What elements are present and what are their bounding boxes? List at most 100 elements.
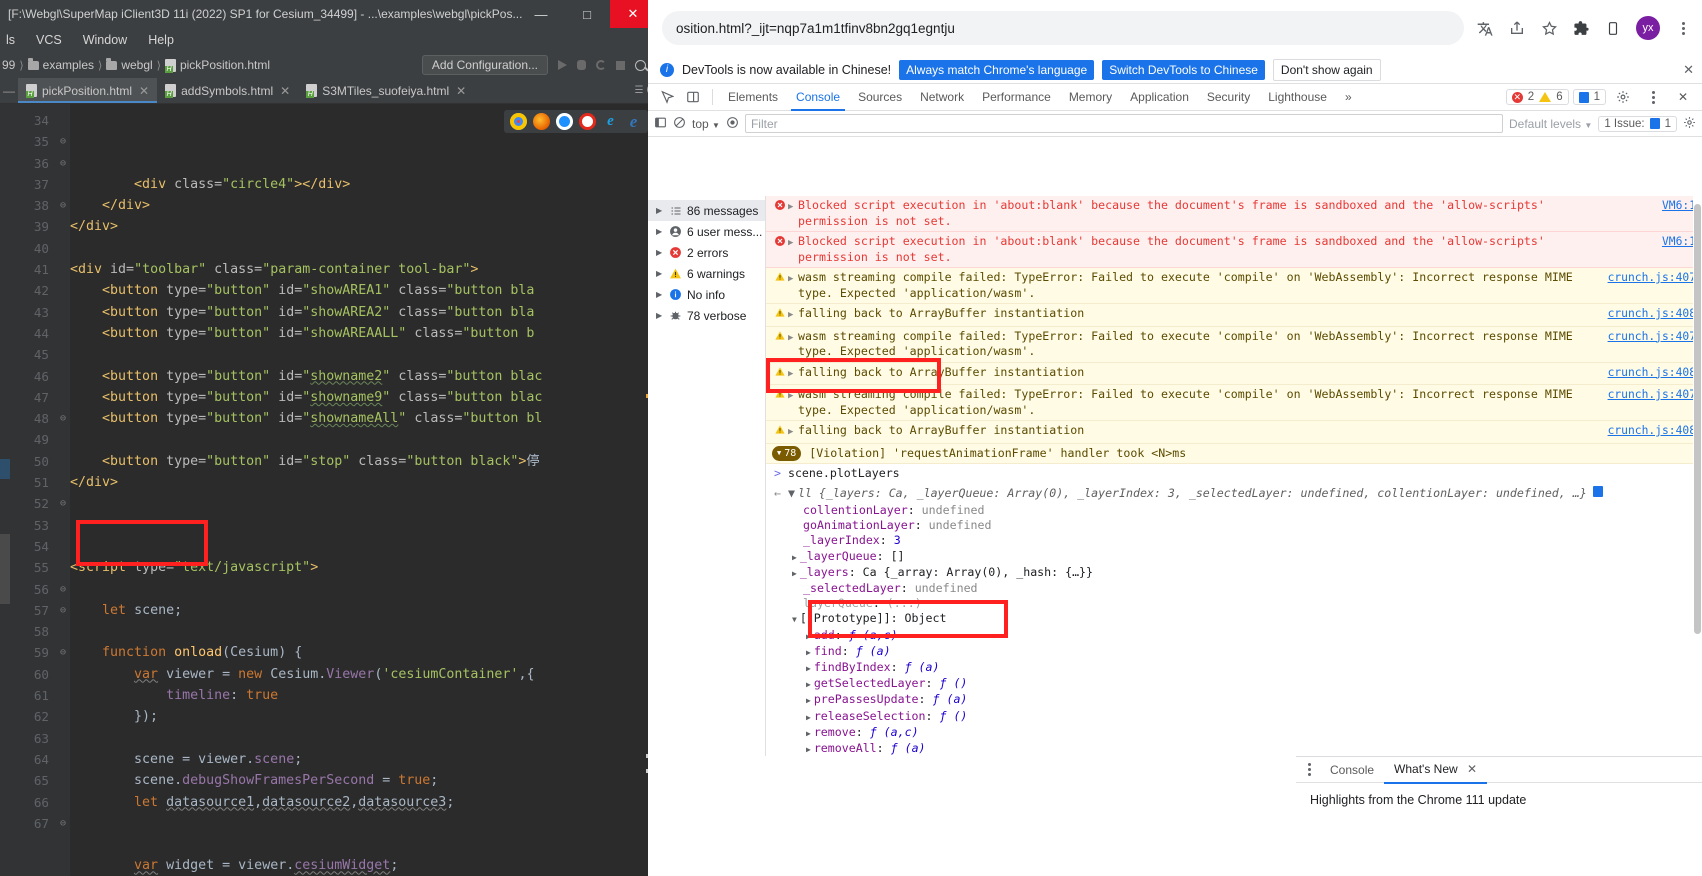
console-message-source-link[interactable]: crunch.js:407 bbox=[1608, 329, 1696, 345]
fold-toggle-icon[interactable]: ⊖ bbox=[56, 813, 70, 834]
tabs-list-icon[interactable]: ☰ bbox=[634, 85, 643, 96]
safari-icon[interactable] bbox=[556, 113, 573, 130]
close-tab-icon[interactable]: ✕ bbox=[456, 84, 466, 98]
object-property-row[interactable]: ▶ prePassesUpdate: ƒ (a) bbox=[766, 692, 1702, 708]
run-toolbar[interactable] bbox=[558, 59, 656, 71]
expand-arrow-icon[interactable]: ▶ bbox=[806, 664, 811, 673]
always-match-language-button[interactable]: Always match Chrome's language bbox=[899, 59, 1095, 80]
code-line[interactable] bbox=[70, 429, 656, 450]
fold-toggle-icon[interactable]: ⊖ bbox=[56, 493, 70, 514]
console-scrollbar[interactable] bbox=[1693, 196, 1702, 756]
chevron-right-icon[interactable]: ▶ bbox=[656, 248, 664, 257]
code-line[interactable]: <button type="button" id="stop" class="b… bbox=[70, 451, 656, 472]
code-line[interactable] bbox=[70, 344, 656, 365]
debug-icon[interactable] bbox=[577, 60, 586, 70]
edge-icon[interactable]: e bbox=[625, 113, 642, 130]
collapse-arrow-icon[interactable]: ▼ bbox=[788, 486, 795, 502]
object-property-row[interactable]: ▶ releaseSelection: ƒ () bbox=[766, 709, 1702, 725]
code-line[interactable] bbox=[70, 834, 656, 855]
tab-application[interactable]: Application bbox=[1121, 84, 1198, 111]
console-message-list[interactable]: ▶ Blocked script execution in 'about:blan… bbox=[766, 196, 1702, 756]
code-line[interactable]: <div id="toolbar" class="param-container… bbox=[70, 259, 656, 280]
issues-badge[interactable]: 1 Issue: 1 bbox=[1598, 115, 1677, 132]
stop-icon[interactable] bbox=[616, 60, 625, 70]
console-sidebar-item-1[interactable]: ▶ 6 user mess... bbox=[648, 221, 765, 242]
console-message-source-link[interactable]: crunch.js:407 bbox=[1608, 270, 1696, 286]
violation-count-badge[interactable]: ▼ 78 bbox=[772, 445, 802, 461]
drawer-tab-console[interactable]: Console bbox=[1320, 757, 1384, 783]
drawer-menu-icon[interactable] bbox=[1302, 763, 1316, 776]
code-line[interactable] bbox=[70, 579, 656, 600]
object-property-row[interactable]: ▶ add: ƒ (a,c) bbox=[766, 628, 1702, 644]
code-line[interactable]: </div> bbox=[70, 195, 656, 216]
expand-arrow-icon[interactable]: ▶ bbox=[806, 745, 811, 754]
console-message[interactable]: ▶ Blocked script execution in 'about:blan… bbox=[766, 196, 1702, 232]
expand-arrow-icon[interactable]: ▼ bbox=[792, 615, 797, 624]
console-message-source-link[interactable]: VM6:1 bbox=[1662, 234, 1696, 250]
tab-console[interactable]: Console bbox=[787, 84, 849, 111]
inspect-element-icon[interactable] bbox=[654, 85, 680, 109]
code-line[interactable]: timeline: true bbox=[70, 685, 656, 706]
firefox-icon[interactable] bbox=[533, 113, 550, 130]
clear-console-icon[interactable] bbox=[673, 116, 686, 132]
console-violation-group[interactable]: ▼ 78 [Violation] 'requestAnimationFrame' h… bbox=[766, 443, 1702, 464]
expand-arrow-icon[interactable]: ▶ bbox=[788, 270, 798, 301]
expand-arrow-icon[interactable]: ▶ bbox=[806, 713, 811, 722]
object-property-row[interactable]: _selectedLayer: undefined bbox=[766, 581, 1702, 596]
code-line[interactable]: scene.debugShowFramesPerSecond = true; bbox=[70, 770, 656, 791]
editor-tab-s3mtiles[interactable]: S3MTiles_suofeiya.html ✕ bbox=[298, 78, 474, 103]
object-property-row[interactable]: ▶ _layerQueue: [] bbox=[766, 549, 1702, 565]
settings-gear-icon[interactable] bbox=[1610, 85, 1636, 109]
fold-toggle-icon[interactable]: ⊖ bbox=[56, 642, 70, 663]
code-line[interactable] bbox=[70, 493, 656, 514]
console-message[interactable]: ▶ falling back to ArrayBuffer instantiati… bbox=[766, 421, 1702, 444]
dont-show-again-button[interactable]: Don't show again bbox=[1272, 58, 1381, 81]
object-property-row[interactable]: goAnimationLayer: undefined bbox=[766, 518, 1702, 533]
expand-arrow-icon[interactable]: ▶ bbox=[788, 234, 798, 265]
maximize-icon[interactable]: □ bbox=[564, 0, 610, 28]
chevron-right-icon[interactable]: ▶ bbox=[656, 290, 664, 299]
bookmark-star-icon[interactable] bbox=[1540, 19, 1558, 37]
window-controls[interactable]: — □ ✕ bbox=[518, 0, 656, 28]
code-line[interactable]: let datasource1,datasource2,datasource3; bbox=[70, 792, 656, 813]
code-editor[interactable]: 34 35 36 37 38 39 40 41 42 43 44 45 46 47 48 49 50 51 52 53… bbox=[0, 104, 656, 876]
code-line[interactable]: <button type="button" id="showAREA1" cla… bbox=[70, 280, 656, 301]
object-property-row[interactable]: ▶ find: ƒ (a) bbox=[766, 644, 1702, 660]
tabs-collapse-icon[interactable]: — bbox=[0, 78, 18, 103]
fold-toggle-icon[interactable]: ⊖ bbox=[56, 131, 70, 152]
code-line[interactable]: var viewer = new Cesium.Viewer('cesiumCo… bbox=[70, 664, 656, 685]
console-sidebar-item-3[interactable]: ▶ 6 warnings bbox=[648, 263, 765, 284]
code-line[interactable]: <button type="button" id="showAREA2" cla… bbox=[70, 302, 656, 323]
fold-toggle-icon[interactable]: ⊖ bbox=[56, 600, 70, 621]
console-sidebar-item-4[interactable]: ▶ No info bbox=[648, 284, 765, 305]
console-message[interactable]: ▶ Blocked script execution in 'about:blan… bbox=[766, 232, 1702, 268]
code-line[interactable]: }); bbox=[70, 706, 656, 727]
close-tab-icon[interactable]: ✕ bbox=[139, 84, 149, 98]
console-message[interactable]: ▶ falling back to ArrayBuffer instantiati… bbox=[766, 362, 1702, 385]
code-line[interactable] bbox=[70, 621, 656, 642]
console-scroll-thumb[interactable] bbox=[1694, 204, 1701, 634]
console-sidebar[interactable]: ▶ 86 messages ▶ 6 user mess... ▶ 2 errors ▶ 6 w… bbox=[648, 196, 766, 756]
close-devtools-icon[interactable]: ✕ bbox=[1670, 85, 1696, 109]
tab-performance[interactable]: Performance bbox=[973, 84, 1060, 111]
chevron-right-icon[interactable]: ▶ bbox=[656, 311, 664, 320]
expand-arrow-icon[interactable]: ▶ bbox=[792, 553, 797, 562]
console-filter-level-icon[interactable] bbox=[726, 116, 739, 132]
close-tab-icon[interactable]: ✕ bbox=[280, 84, 290, 98]
breadcrumb-examples[interactable]: examples bbox=[27, 57, 94, 72]
tab-lighthouse[interactable]: Lighthouse bbox=[1259, 84, 1336, 111]
code-line[interactable] bbox=[70, 728, 656, 749]
devtools-menu-icon[interactable] bbox=[1640, 85, 1666, 109]
editor-tab-addsymbols[interactable]: addSymbols.html ✕ bbox=[157, 78, 298, 103]
switch-to-chinese-button[interactable]: Switch DevTools to Chinese bbox=[1102, 59, 1265, 80]
object-property-row[interactable]: _layerIndex: 3 bbox=[766, 533, 1702, 548]
console-settings-gear-icon[interactable] bbox=[1683, 116, 1696, 132]
breadcrumb-webgl[interactable]: webgl bbox=[106, 57, 153, 72]
breadcrumb-project[interactable]: 99 bbox=[2, 58, 15, 72]
tab-sources[interactable]: Sources bbox=[849, 84, 911, 111]
expand-arrow-icon[interactable]: ▶ bbox=[792, 569, 797, 578]
devtools-tabbar[interactable]: Elements Console Sources Network Perform… bbox=[648, 84, 1702, 111]
code-line[interactable] bbox=[70, 813, 656, 834]
object-property-row[interactable]: layerQueue: (...) bbox=[766, 596, 1702, 611]
console-message-source-link[interactable]: crunch.js:407 bbox=[1608, 387, 1696, 403]
